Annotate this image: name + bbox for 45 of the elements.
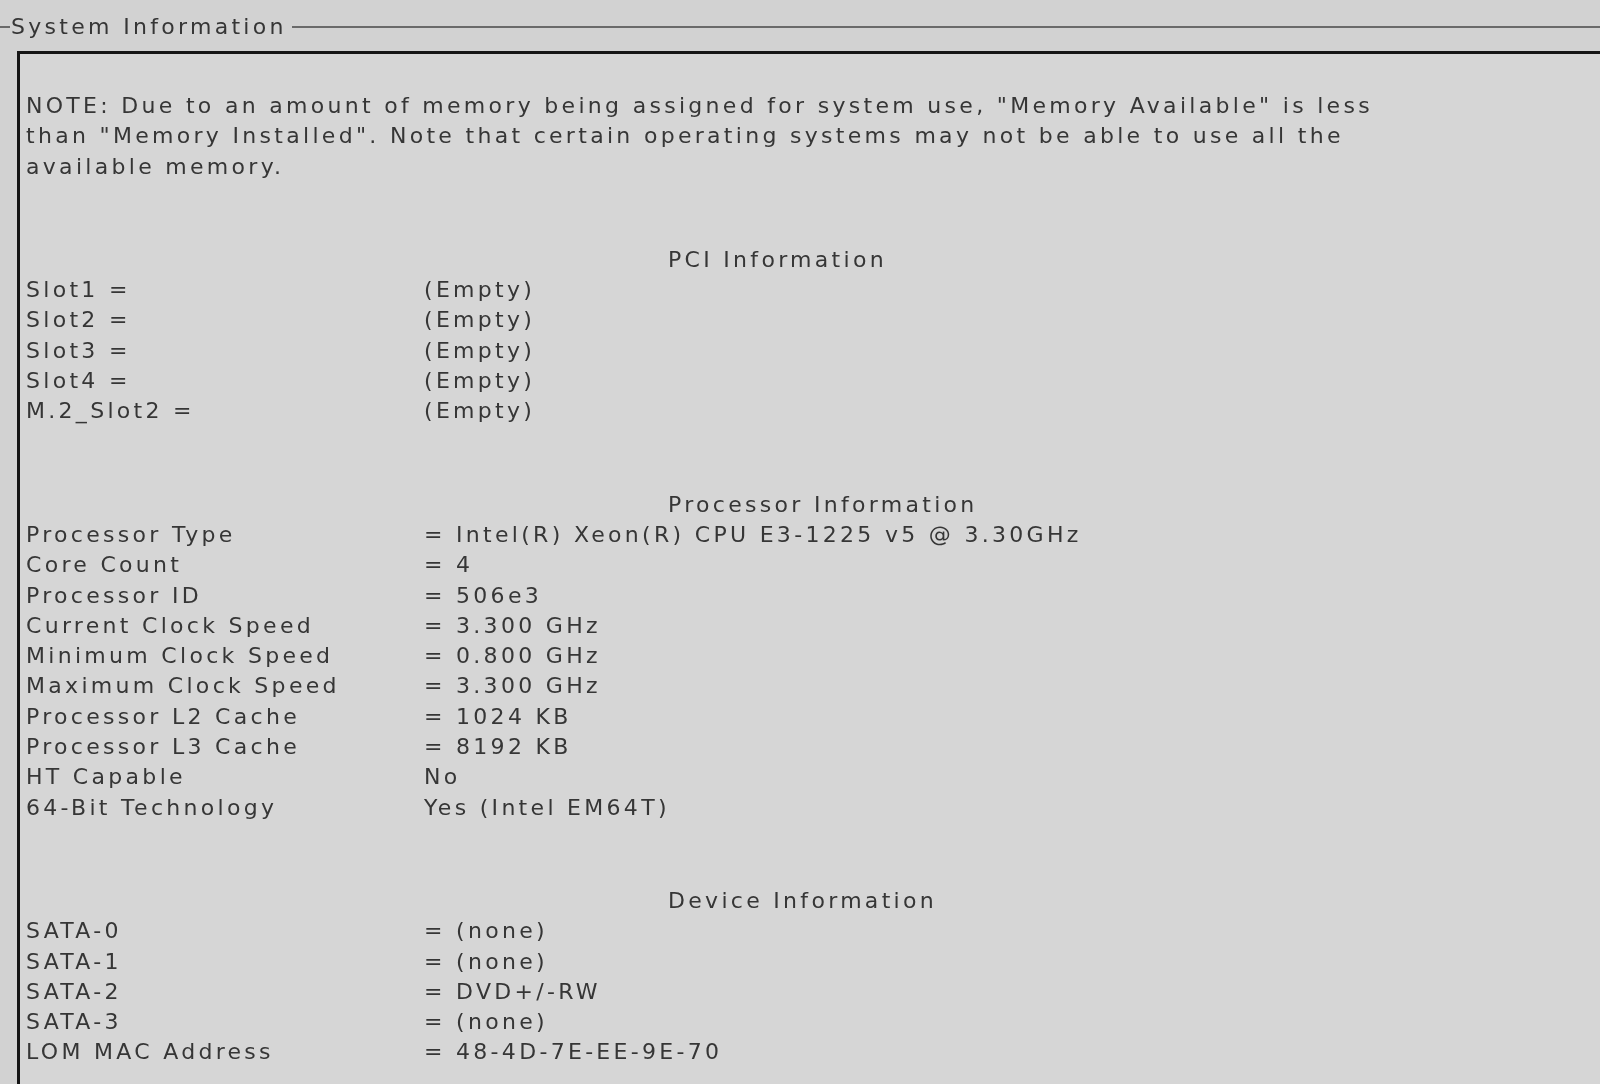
field-value: (Empty)	[424, 336, 536, 365]
field-label: SATA-2	[26, 977, 123, 1006]
field-value: = 3.300 GHz	[424, 611, 602, 640]
field-label: Maximum Clock Speed	[26, 672, 341, 701]
field-label: Core Count	[26, 551, 184, 580]
field-label: Processor ID	[26, 581, 203, 610]
field-label: M.2_Slot2 =	[26, 397, 196, 426]
field-value: = Intel(R) Xeon(R) CPU E3-1225 v5 @ 3.30GHz	[424, 520, 1082, 549]
section-heading: Device Information	[667, 886, 937, 915]
field-value: = 0.800 GHz	[424, 642, 602, 671]
field-label: Slot1 =	[26, 276, 132, 305]
field-label: SATA-0	[26, 917, 123, 946]
field-value: = 48-4D-7E-EE-9E-70	[424, 1038, 723, 1067]
field-value: = (none)	[424, 1008, 549, 1037]
field-value: = 1024 KB	[424, 702, 573, 731]
field-value: (Empty)	[424, 397, 536, 426]
field-label: Slot3 =	[26, 336, 132, 365]
field-value: = 4	[424, 551, 475, 580]
field-label: Slot4 =	[26, 367, 132, 396]
field-label: SATA-1	[26, 947, 123, 976]
field-value: Yes (Intel EM64T)	[424, 793, 671, 822]
field-label: LOM MAC Address	[26, 1038, 275, 1067]
field-label: SATA-3	[26, 1008, 123, 1037]
field-value: (Empty)	[424, 367, 536, 396]
section-heading: Processor Information	[667, 490, 978, 519]
field-label: Minimum Clock Speed	[26, 642, 335, 671]
field-value: = (none)	[424, 947, 549, 976]
section-heading: PCI Information	[667, 245, 887, 274]
group-title: System Information	[10, 12, 288, 41]
field-value: = 8192 KB	[424, 733, 573, 762]
field-value: = 3.300 GHz	[424, 672, 602, 701]
field-label: Processor L2 Cache	[26, 702, 302, 731]
field-label: Processor Type	[26, 520, 237, 549]
field-value: = DVD+/-RW	[424, 977, 602, 1006]
field-value: = 506e3	[424, 581, 544, 610]
field-value: (Empty)	[424, 276, 536, 305]
field-label: HT Capable	[26, 763, 187, 792]
field-label: Current Clock Speed	[26, 611, 316, 640]
note-text: NOTE: Due to an amount of memory being assigned for system use, "Memory Available" is less than "Memory Installed". Note that certain operating systems may not be able to use all the available memory.	[26, 92, 1374, 181]
field-value: = (none)	[424, 917, 549, 946]
field-value: No	[424, 763, 462, 792]
field-label: 64-Bit Technology	[26, 793, 279, 822]
field-label: Slot2 =	[26, 306, 132, 335]
field-value: (Empty)	[424, 306, 536, 335]
field-label: Processor L3 Cache	[26, 733, 302, 762]
